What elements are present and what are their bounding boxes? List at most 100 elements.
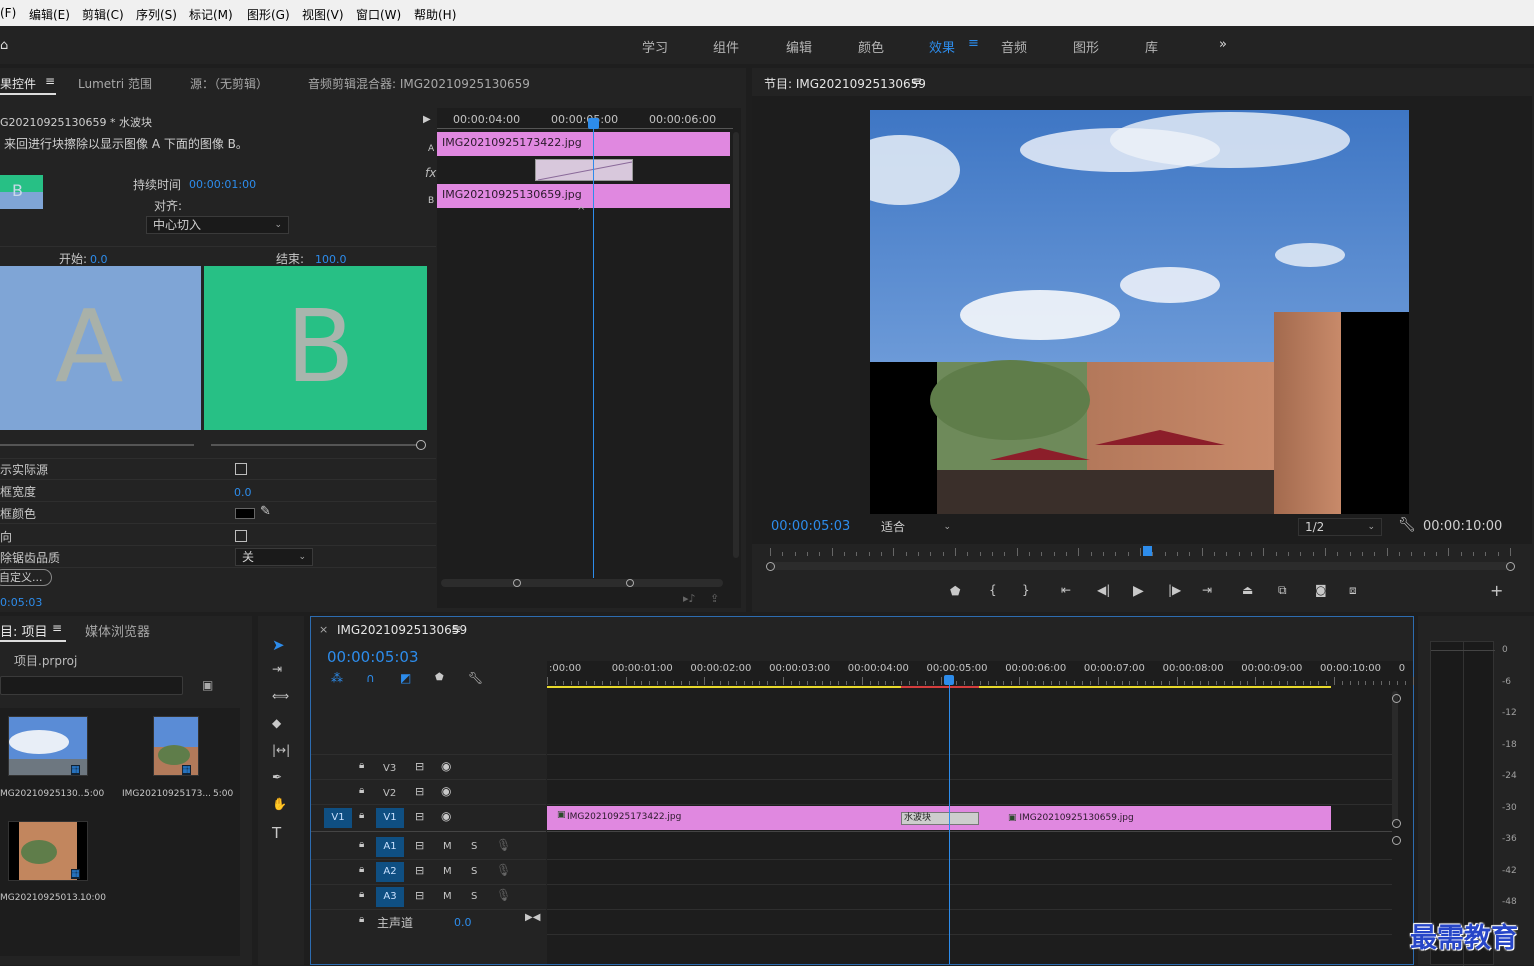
timeline-ruler[interactable]: :00:00 00:00:01:00 00:00:02:00 00:00:03:00 0… bbox=[547, 661, 1414, 689]
wrench-icon[interactable]: 🔧︎ bbox=[1398, 517, 1416, 533]
eye-icon[interactable]: ◉ bbox=[441, 784, 451, 798]
tab-effect-controls[interactable]: 果控件 bbox=[0, 75, 36, 92]
step-back-icon[interactable]: ◀| bbox=[1097, 583, 1110, 597]
lock-icon[interactable]: 🔒︎ bbox=[359, 889, 364, 900]
source-patch-v1[interactable]: V1 bbox=[324, 808, 352, 828]
reverse-checkbox[interactable] bbox=[235, 530, 247, 542]
workspace-audio[interactable]: 音频 bbox=[1001, 37, 1027, 56]
mute-button[interactable]: M bbox=[443, 841, 452, 852]
program-timecode[interactable]: 00:00:05:03 bbox=[771, 519, 850, 534]
v1-clip-2[interactable]: ▣ IMG20210925130659.jpg bbox=[1006, 806, 1331, 830]
program-video-frame[interactable] bbox=[870, 110, 1409, 514]
step-forward-icon[interactable]: |▶ bbox=[1168, 583, 1181, 597]
align-dropdown[interactable]: 中心切入 ⌄ bbox=[146, 216, 289, 234]
end-slider[interactable] bbox=[211, 444, 417, 446]
mute-button[interactable]: M bbox=[443, 891, 452, 902]
menu-help[interactable]: 帮助(H) bbox=[414, 6, 456, 23]
track-label-a2[interactable]: A2 bbox=[376, 862, 404, 882]
sync-lock-icon[interactable]: ⊟ bbox=[415, 810, 424, 823]
scroll-handle-bottom[interactable] bbox=[1392, 819, 1401, 828]
clip-b[interactable]: IMG20210925130659.jpg bbox=[437, 184, 730, 208]
tab-project[interactable]: 目: 项目 bbox=[0, 621, 48, 640]
project-item-thumbnail[interactable] bbox=[153, 716, 199, 776]
zoom-handle-left[interactable] bbox=[513, 579, 521, 587]
effect-controls-timecode[interactable]: 0:05:03 bbox=[0, 596, 42, 609]
export-icon[interactable]: ⇪ bbox=[710, 592, 719, 605]
track-label-v2[interactable]: V2 bbox=[383, 788, 396, 799]
menu-edit[interactable]: 编辑(E) bbox=[29, 6, 70, 23]
sequence-tab[interactable]: IMG20210925130659 bbox=[337, 623, 467, 637]
hand-tool-icon[interactable]: ✋ bbox=[272, 797, 287, 811]
track-label-v1[interactable]: V1 bbox=[376, 808, 404, 828]
tab-media-browser[interactable]: 媒体浏览器 bbox=[85, 621, 150, 640]
workspace-assembly[interactable]: 组件 bbox=[713, 37, 739, 56]
eye-icon[interactable]: ◉ bbox=[441, 759, 451, 773]
new-bin-icon[interactable]: ▣ bbox=[202, 678, 213, 692]
transition-clip[interactable]: 水波块 bbox=[901, 812, 979, 825]
start-value[interactable]: 0.0 bbox=[90, 253, 108, 266]
mini-zoom-bar[interactable] bbox=[441, 579, 723, 587]
go-to-out-icon[interactable]: ▶◀ bbox=[525, 912, 540, 923]
resolution-dropdown[interactable]: 1/2 ⌄ bbox=[1298, 518, 1382, 536]
track-label-a3[interactable]: A3 bbox=[376, 887, 404, 907]
eyedropper-icon[interactable]: ✎ bbox=[260, 504, 271, 519]
sync-lock-icon[interactable]: ⊟ bbox=[415, 785, 424, 798]
mute-button[interactable]: M bbox=[443, 866, 452, 877]
workspace-learning[interactable]: 学习 bbox=[642, 37, 668, 56]
program-title[interactable]: 节目: IMG20210925130659 bbox=[764, 75, 926, 92]
project-search-input[interactable] bbox=[0, 676, 183, 695]
mic-icon[interactable]: 🎙︎ bbox=[496, 888, 511, 902]
menu-window[interactable]: 窗口(W) bbox=[356, 6, 401, 23]
nest-icon[interactable]: ⁂ bbox=[331, 671, 343, 685]
tab-source[interactable]: 源：（无剪辑） bbox=[190, 75, 268, 92]
go-to-in-icon[interactable]: ⇤ bbox=[1061, 583, 1071, 597]
mic-icon[interactable]: 🎙︎ bbox=[496, 863, 511, 877]
timeline-timecode[interactable]: 00:00:05:03 bbox=[327, 648, 419, 666]
track-label-v3[interactable]: V3 bbox=[383, 763, 396, 774]
tab-audio-clip-mixer[interactable]: 音频剪辑混合器: IMG20210925130659 bbox=[308, 75, 530, 92]
add-button-icon[interactable]: + bbox=[1490, 581, 1503, 600]
audio-scroll-handle[interactable] bbox=[1392, 836, 1401, 845]
hamburger-menu-icon[interactable]: ≡ bbox=[968, 36, 979, 51]
panel-menu-icon[interactable]: ≡ bbox=[912, 74, 922, 88]
program-playhead[interactable] bbox=[1143, 546, 1153, 556]
extract-icon[interactable]: ⧉ bbox=[1278, 583, 1287, 598]
clip-a[interactable]: IMG20210925173422.jpg bbox=[437, 132, 730, 156]
solo-button[interactable]: S bbox=[471, 891, 477, 902]
border-color-swatch[interactable] bbox=[235, 508, 255, 519]
mini-playhead-handle[interactable] bbox=[588, 118, 599, 129]
timeline-playhead-handle[interactable] bbox=[944, 675, 954, 685]
program-zoom-bar[interactable] bbox=[770, 562, 1510, 570]
workspace-graphics[interactable]: 图形 bbox=[1073, 37, 1099, 56]
razor-tool-icon[interactable]: ◆ bbox=[272, 716, 281, 730]
eye-icon[interactable]: ◉ bbox=[441, 809, 451, 823]
add-marker-icon[interactable]: ⬟ bbox=[435, 672, 444, 683]
play-effect-icon[interactable]: ▶ bbox=[423, 114, 431, 125]
menu-marker[interactable]: 标记(M) bbox=[189, 6, 233, 23]
lock-icon[interactable]: 🔒︎ bbox=[359, 810, 364, 821]
mark-out-icon[interactable]: } bbox=[1022, 583, 1030, 597]
zoom-handle-left[interactable] bbox=[766, 562, 775, 571]
start-slider[interactable] bbox=[0, 444, 194, 446]
master-volume-value[interactable]: 0.0 bbox=[454, 916, 472, 929]
lock-icon[interactable]: 🔒︎ bbox=[359, 914, 364, 925]
mark-in-icon[interactable]: { bbox=[989, 583, 997, 597]
end-value[interactable]: 100.0 bbox=[315, 253, 347, 266]
go-to-out-icon[interactable]: ⇥ bbox=[1202, 583, 1212, 597]
workspace-libraries[interactable]: 库 bbox=[1145, 37, 1158, 56]
sync-lock-icon[interactable]: ⊟ bbox=[415, 839, 424, 852]
menu-file[interactable]: (F) bbox=[0, 6, 16, 20]
duration-value[interactable]: 00:00:01:00 bbox=[189, 178, 256, 191]
track-select-tool-icon[interactable]: ⇥ bbox=[272, 662, 282, 676]
track-label-a1[interactable]: A1 bbox=[376, 837, 404, 857]
camera-icon[interactable]: ◙ bbox=[1315, 583, 1327, 597]
pen-tool-icon[interactable]: ✒ bbox=[272, 770, 282, 784]
program-time-ruler[interactable] bbox=[770, 546, 1511, 558]
home-icon[interactable]: ⌂ bbox=[0, 38, 8, 53]
solo-button[interactable]: S bbox=[471, 866, 477, 877]
ripple-edit-tool-icon[interactable]: ⟺ bbox=[272, 689, 289, 703]
selection-tool-icon[interactable]: ➤ bbox=[272, 636, 285, 654]
zoom-handle-right[interactable] bbox=[626, 579, 634, 587]
menu-clip[interactable]: 剪辑(C) bbox=[82, 6, 124, 23]
settings-wrench-icon[interactable]: 🔧︎ bbox=[468, 671, 483, 685]
